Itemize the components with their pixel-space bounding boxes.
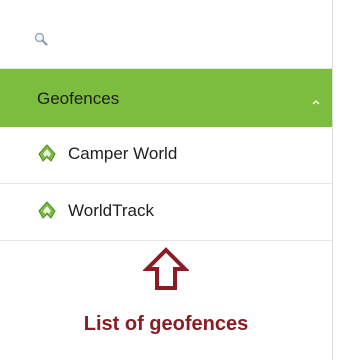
group-title: Geofences bbox=[37, 89, 120, 108]
geofences-group-header[interactable]: Geofences bbox=[0, 69, 332, 127]
panel-divider bbox=[332, 0, 333, 360]
geofence-icon bbox=[37, 143, 57, 163]
geofence-label: WorldTrack bbox=[68, 201, 154, 220]
geofence-icon bbox=[37, 200, 57, 220]
search-bar[interactable] bbox=[0, 0, 332, 69]
search-icon[interactable] bbox=[34, 32, 48, 46]
arrow-up-icon bbox=[142, 246, 190, 292]
chevron-up-icon[interactable] bbox=[311, 93, 321, 105]
geofence-list-item[interactable]: Camper World bbox=[0, 127, 332, 184]
annotation-caption: List of geofences bbox=[83, 313, 249, 335]
geofence-list-item[interactable]: WorldTrack bbox=[0, 184, 332, 241]
geofence-panel: Geofences Camper World WorldTrack List o… bbox=[0, 0, 332, 360]
geofence-label: Camper World bbox=[68, 144, 178, 163]
